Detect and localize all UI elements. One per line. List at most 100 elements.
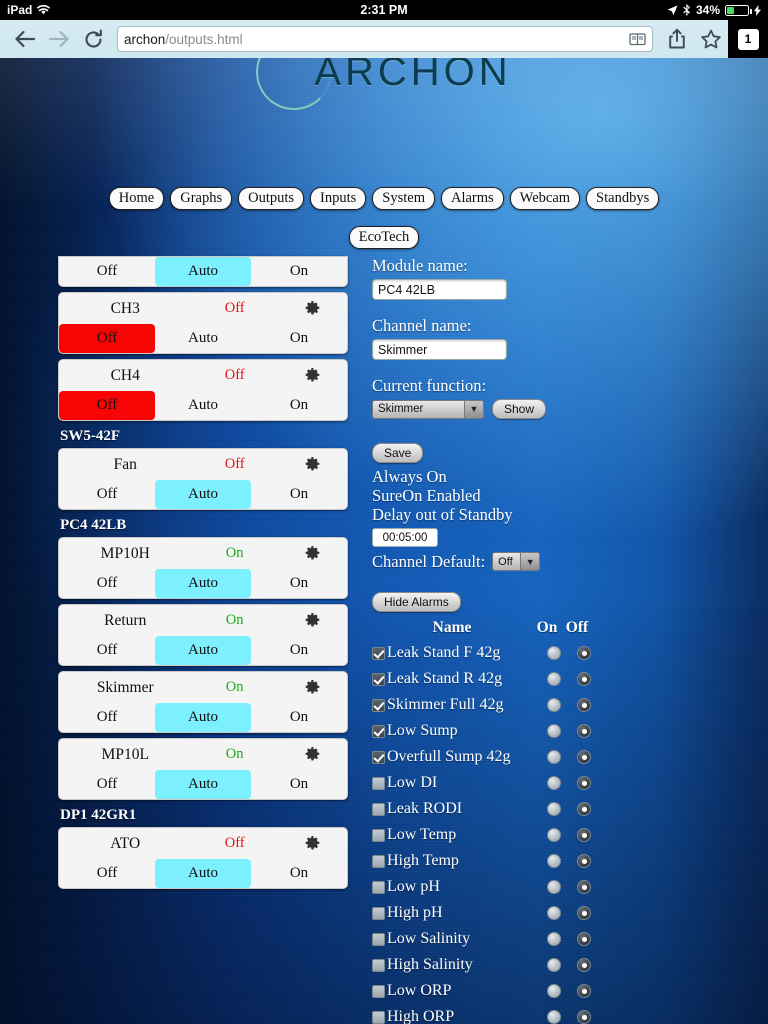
module-name-input[interactable]: PC4 42LB	[372, 279, 507, 300]
channel-mode-auto-button[interactable]: Auto	[155, 859, 251, 888]
forward-arrow-icon[interactable]	[42, 22, 76, 56]
channel-mode-on-button[interactable]: On	[251, 324, 347, 353]
channel-mode-auto-button[interactable]: Auto	[155, 770, 251, 799]
alarm-off-radio[interactable]	[577, 672, 591, 686]
reader-view-icon[interactable]	[629, 32, 646, 46]
channel-mode-on-button[interactable]: On	[251, 859, 347, 888]
nav-item-graphs[interactable]: Graphs	[170, 187, 233, 210]
channel-mode-off-button[interactable]: Off	[59, 324, 155, 353]
channel-mode-on-button[interactable]: On	[251, 257, 347, 286]
alarm-enable-checkbox[interactable]	[372, 880, 385, 894]
address-bar[interactable]: archon/outputs.html	[117, 26, 653, 52]
alarm-on-radio[interactable]	[547, 750, 561, 764]
share-icon[interactable]	[660, 22, 694, 56]
alarm-off-radio[interactable]	[577, 724, 591, 738]
alarm-on-radio[interactable]	[547, 724, 561, 738]
alarm-off-radio[interactable]	[577, 854, 591, 868]
nav-item-alarms[interactable]: Alarms	[440, 187, 504, 210]
alarm-on-radio[interactable]	[547, 1010, 561, 1024]
alarm-enable-checkbox[interactable]	[372, 932, 385, 946]
channel-mode-off-button[interactable]: Off	[59, 257, 155, 286]
alarm-enable-checkbox[interactable]	[372, 984, 385, 998]
channel-mode-auto-button[interactable]: Auto	[155, 257, 251, 286]
nav-item-system[interactable]: System	[372, 187, 435, 210]
channel-mode-on-button[interactable]: On	[251, 703, 347, 732]
channel-mode-on-button[interactable]: On	[251, 770, 347, 799]
channel-mode-auto-button[interactable]: Auto	[155, 636, 251, 665]
nav-item-inputs[interactable]: Inputs	[310, 187, 367, 210]
alarm-off-radio[interactable]	[577, 984, 591, 998]
gear-icon[interactable]	[278, 680, 347, 695]
channel-mode-on-button[interactable]: On	[251, 636, 347, 665]
show-button[interactable]: Show	[492, 399, 547, 419]
channel-mode-off-button[interactable]: Off	[59, 636, 155, 665]
alarm-enable-checkbox[interactable]	[372, 828, 385, 842]
channel-default-select[interactable]: Off ▼	[492, 552, 541, 571]
alarm-enable-checkbox[interactable]	[372, 958, 385, 972]
alarm-off-radio[interactable]	[577, 932, 591, 946]
channel-mode-off-button[interactable]: Off	[59, 480, 155, 509]
channel-mode-auto-button[interactable]: Auto	[155, 480, 251, 509]
alarm-on-radio[interactable]	[547, 932, 561, 946]
alarm-enable-checkbox[interactable]	[372, 750, 385, 764]
nav-item-ecotech[interactable]: EcoTech	[348, 226, 420, 249]
channel-mode-auto-button[interactable]: Auto	[155, 391, 251, 420]
delay-time-input[interactable]: 00:05:00	[372, 528, 438, 547]
alarm-on-radio[interactable]	[547, 802, 561, 816]
alarm-enable-checkbox[interactable]	[372, 776, 385, 790]
alarm-enable-checkbox[interactable]	[372, 672, 385, 686]
alarm-off-radio[interactable]	[577, 646, 591, 660]
nav-item-home[interactable]: Home	[108, 187, 165, 210]
channel-name-input[interactable]: Skimmer	[372, 339, 507, 360]
alarm-enable-checkbox[interactable]	[372, 698, 385, 712]
back-arrow-icon[interactable]	[8, 22, 42, 56]
channel-mode-auto-button[interactable]: Auto	[155, 569, 251, 598]
nav-item-outputs[interactable]: Outputs	[238, 187, 305, 210]
alarm-on-radio[interactable]	[547, 984, 561, 998]
alarm-enable-checkbox[interactable]	[372, 1010, 385, 1024]
alarm-off-radio[interactable]	[577, 828, 591, 842]
channel-mode-auto-button[interactable]: Auto	[155, 703, 251, 732]
current-function-select[interactable]: Skimmer ▼	[372, 399, 484, 419]
alarm-off-radio[interactable]	[577, 776, 591, 790]
channel-mode-on-button[interactable]: On	[251, 480, 347, 509]
alarm-on-radio[interactable]	[547, 776, 561, 790]
alarm-on-radio[interactable]	[547, 672, 561, 686]
alarm-on-radio[interactable]	[547, 828, 561, 842]
alarm-off-radio[interactable]	[577, 906, 591, 920]
alarm-on-radio[interactable]	[547, 906, 561, 920]
gear-icon[interactable]	[278, 747, 347, 762]
channel-mode-on-button[interactable]: On	[251, 391, 347, 420]
gear-icon[interactable]	[278, 546, 347, 561]
gear-icon[interactable]	[278, 457, 347, 472]
channel-mode-off-button[interactable]: Off	[59, 569, 155, 598]
alarm-enable-checkbox[interactable]	[372, 906, 385, 920]
channel-mode-off-button[interactable]: Off	[59, 703, 155, 732]
hide-alarms-button[interactable]: Hide Alarms	[372, 592, 461, 612]
alarm-on-radio[interactable]	[547, 854, 561, 868]
save-button[interactable]: Save	[372, 443, 424, 463]
bookmark-star-icon[interactable]	[694, 22, 728, 56]
channel-mode-off-button[interactable]: Off	[59, 770, 155, 799]
nav-item-webcam[interactable]: Webcam	[509, 187, 581, 210]
gear-icon[interactable]	[278, 301, 347, 316]
alarm-enable-checkbox[interactable]	[372, 802, 385, 816]
alarm-off-radio[interactable]	[577, 880, 591, 894]
alarm-on-radio[interactable]	[547, 646, 561, 660]
channel-mode-auto-button[interactable]: Auto	[155, 324, 251, 353]
alarm-enable-checkbox[interactable]	[372, 646, 385, 660]
reload-icon[interactable]	[76, 22, 110, 56]
nav-item-standbys[interactable]: Standbys	[586, 187, 660, 210]
alarm-off-radio[interactable]	[577, 958, 591, 972]
alarm-enable-checkbox[interactable]	[372, 854, 385, 868]
alarm-on-radio[interactable]	[547, 698, 561, 712]
channel-mode-off-button[interactable]: Off	[59, 391, 155, 420]
alarm-enable-checkbox[interactable]	[372, 724, 385, 738]
alarm-off-radio[interactable]	[577, 750, 591, 764]
gear-icon[interactable]	[278, 836, 347, 851]
gear-icon[interactable]	[278, 368, 347, 383]
alarm-off-radio[interactable]	[577, 1010, 591, 1024]
gear-icon[interactable]	[278, 613, 347, 628]
alarm-on-radio[interactable]	[547, 958, 561, 972]
channel-mode-off-button[interactable]: Off	[59, 859, 155, 888]
